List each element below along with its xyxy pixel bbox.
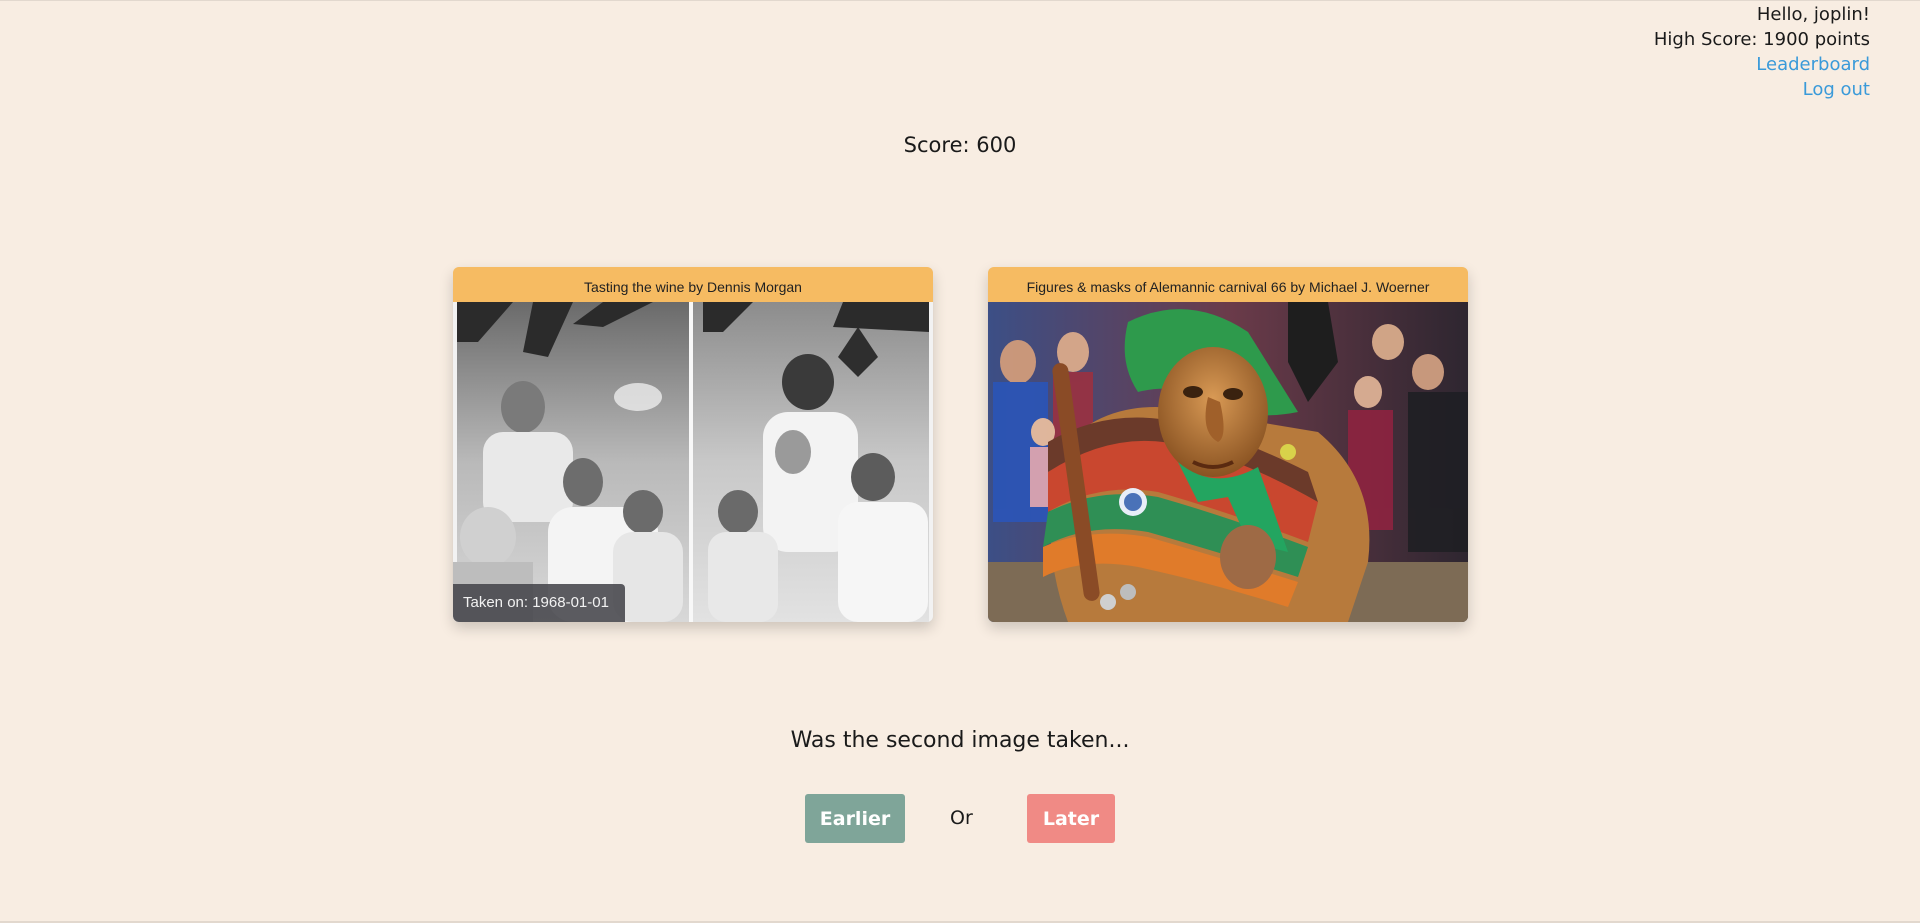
greeting: Hello, joplin! [1756,4,1870,25]
or-label: Or [950,807,973,829]
first-image-card: Tasting the wine by Dennis Morgan Taken … [453,267,933,622]
logout-link[interactable]: Log out [1654,77,1870,102]
user-panel: Hello, joplin! High Score: 1900 points L… [1654,2,1870,102]
high-score: High Score: 1900 points [1653,29,1870,50]
second-image [988,302,1468,622]
current-score: Score: 600 [903,133,1017,157]
earlier-button[interactable]: Earlier [805,794,905,843]
leaderboard-link[interactable]: Leaderboard [1654,52,1870,77]
first-image-title: Tasting the wine by Dennis Morgan [453,267,933,302]
first-image: Taken on: 1968-01-01 [453,302,933,622]
question-prompt: Was the second image taken... [790,728,1130,753]
top-divider [0,0,1920,1]
first-image-taken-on: Taken on: 1968-01-01 [453,584,625,622]
later-button[interactable]: Later [1027,794,1115,843]
second-image-card: Figures & masks of Alemannic carnival 66… [988,267,1468,622]
second-image-title: Figures & masks of Alemannic carnival 66… [988,267,1468,302]
